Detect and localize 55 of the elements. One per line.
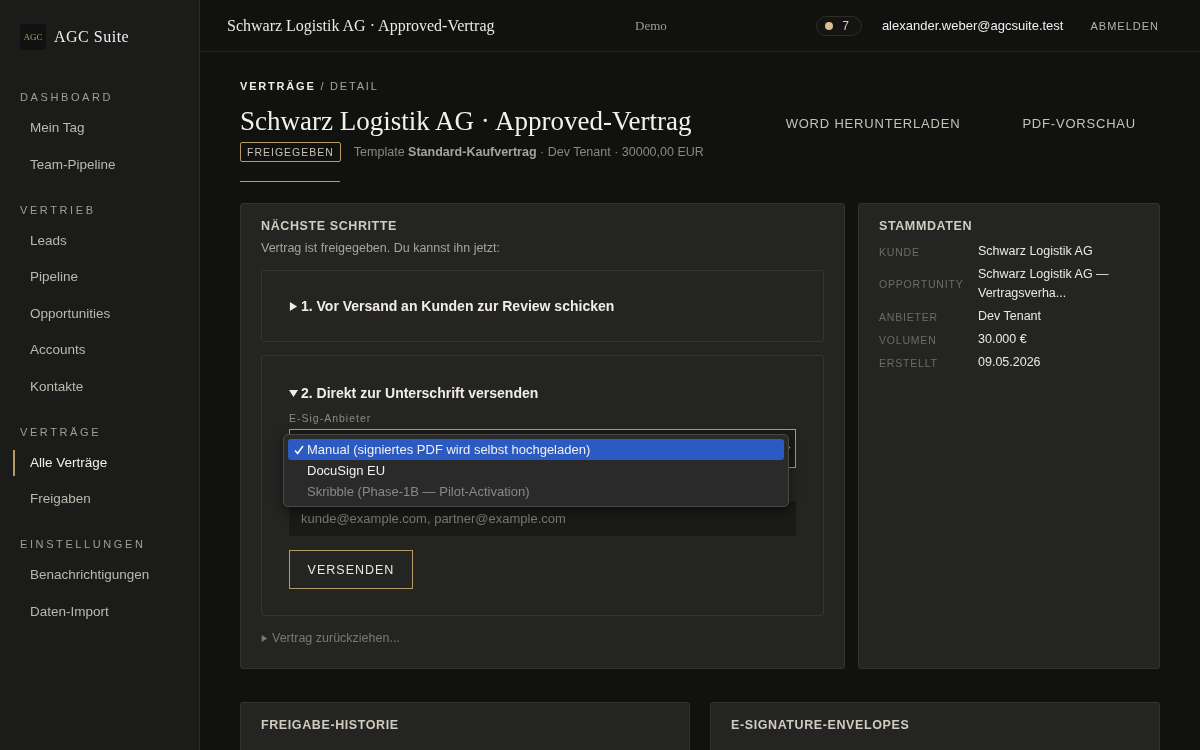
step-summary[interactable]: 1. Vor Versand an Kunden zur Review schicken bbox=[289, 298, 615, 314]
field-label: VOLUMEN bbox=[879, 333, 938, 346]
contract-title: Schwarz Logistik AG · Approved-Vertrag bbox=[240, 105, 693, 138]
dropdown-option: Skribble (Phase-1B — Pilot-Activation) bbox=[288, 481, 784, 502]
sidebar-item[interactable]: Kontakte bbox=[13, 373, 199, 400]
logout-link[interactable]: ABMELDEN bbox=[1090, 19, 1159, 32]
field-label: OPPORTUNITY bbox=[879, 278, 965, 290]
field-label: ANBIETER bbox=[879, 310, 939, 323]
card-title: STAMMDATEN bbox=[879, 219, 974, 233]
field-value: Schwarz Logistik AG bbox=[978, 243, 1094, 260]
user-email: alexander.weber@agcsuite.test bbox=[881, 18, 1064, 33]
dropdown-option[interactable]: DocuSign EU bbox=[288, 460, 784, 481]
sidebar-item[interactable]: Benachrichtigungen bbox=[13, 562, 199, 588]
contract-meta: Template Standard-Kaufvertrag · Dev Tenant · 30000,00 EUR bbox=[353, 145, 704, 159]
dot-icon bbox=[825, 21, 834, 30]
sidebar-item[interactable]: Freigaben bbox=[13, 486, 199, 512]
header-action-button[interactable]: PDF-VORSCHAU bbox=[998, 108, 1160, 139]
sidebar-item[interactable]: Accounts bbox=[13, 337, 199, 363]
field-label: ERSTELLT bbox=[879, 356, 939, 369]
breadcrumb-item[interactable]: VERTRÄGE bbox=[240, 80, 316, 92]
field-value: 09.05.2026 bbox=[978, 354, 1042, 371]
sidebar-item[interactable]: Pipeline bbox=[13, 264, 199, 290]
notification-badge[interactable]: 7 bbox=[816, 15, 862, 36]
step-summary[interactable]: 2. Direkt zur Unterschrift versenden bbox=[289, 385, 539, 401]
field-value: Schwarz Logistik AG — Vertragsverha... bbox=[978, 266, 1110, 302]
sidebar-item[interactable]: Team-Pipeline bbox=[13, 151, 199, 178]
triangle-right-icon bbox=[261, 634, 268, 642]
nav-section-title: VERTRÄGE bbox=[19, 425, 103, 438]
field-value: Dev Tenant bbox=[978, 308, 1042, 325]
sidebar-item[interactable]: Opportunities bbox=[13, 300, 199, 327]
field-label: KUNDE bbox=[879, 245, 921, 258]
send-button[interactable]: VERSENDEN bbox=[289, 550, 413, 589]
environment-label: Demo bbox=[635, 17, 668, 34]
intro-text: Vertrag ist freigegeben. Du kannst ihn jetzt: bbox=[261, 241, 502, 255]
header-action-button[interactable]: WORD HERUNTERLADEN bbox=[761, 108, 985, 139]
withdraw-toggle[interactable]: Vertrag zurückziehen... bbox=[261, 631, 400, 645]
nav-section-title: VERTRIEB bbox=[19, 203, 97, 216]
status-badge: FREIGEGEBEN bbox=[240, 142, 341, 162]
sidebar-item[interactable]: Mein Tag bbox=[13, 115, 199, 141]
page-title: Schwarz Logistik AG · Approved-Vertrag bbox=[227, 16, 496, 35]
sidebar-item[interactable]: Leads bbox=[13, 227, 199, 254]
check-icon bbox=[294, 444, 304, 455]
nav-section-title: DASHBOARD bbox=[19, 91, 115, 103]
breadcrumb-separator: / bbox=[319, 80, 327, 92]
nav-section-title: EINSTELLUNGEN bbox=[19, 538, 147, 550]
field-value: 30.000 € bbox=[978, 331, 1028, 348]
card-title: FREIGABE-HISTORIE bbox=[261, 718, 400, 732]
dropdown-option[interactable]: Manual (signiertes PDF wird selbst hochgeladen) bbox=[288, 439, 784, 460]
sidebar-item[interactable]: Daten-Import bbox=[13, 598, 199, 625]
brand-name: AGC Suite bbox=[54, 28, 130, 46]
breadcrumb-item: DETAIL bbox=[330, 80, 379, 92]
logo-mark: AGC bbox=[20, 24, 46, 50]
card-title: E-SIGNATURE-ENVELOPES bbox=[731, 718, 911, 732]
card-title: NÄCHSTE SCHRITTE bbox=[261, 219, 398, 233]
field-label: E-Sig-Anbieter bbox=[289, 412, 373, 424]
